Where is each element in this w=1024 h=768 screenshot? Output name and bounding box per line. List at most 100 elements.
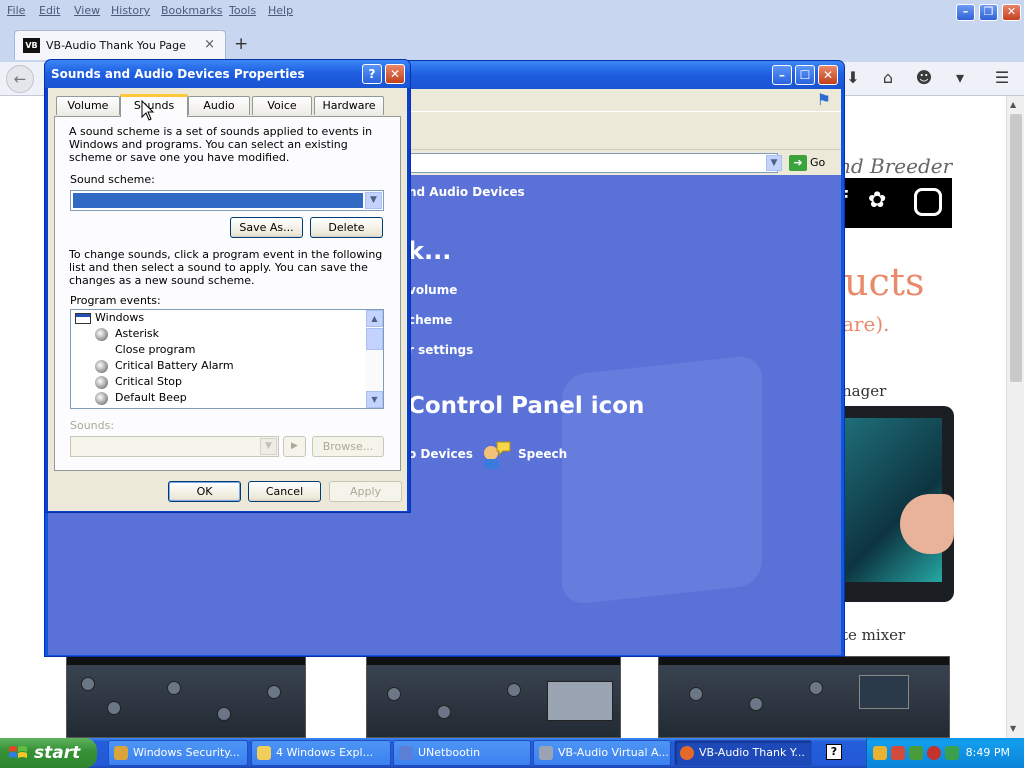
taskbar-item-windows-explorer[interactable]: 4 Windows Expl... (251, 740, 391, 766)
events-label: Program events: (70, 294, 161, 307)
page-script-heading: nd Breeder (838, 154, 953, 178)
tab-hardware[interactable]: Hardware (314, 96, 384, 115)
task-label: 4 Windows Expl... (276, 746, 374, 759)
list-item[interactable]: Default Beep (115, 391, 187, 404)
chevron-down-icon: ▼ (260, 438, 277, 455)
scroll-down-icon[interactable]: ▼ (366, 391, 383, 408)
browser-tab[interactable]: VB VB-Audio Thank You Page × (14, 30, 226, 60)
mixer-screenshot[interactable] (658, 656, 950, 738)
scroll-up-icon[interactable]: ▲ (366, 310, 383, 327)
twitter-icon[interactable]: ✿ (868, 188, 886, 213)
save-as-button[interactable]: Save As... (230, 217, 303, 238)
task-link-scheme[interactable]: cheme (408, 313, 452, 327)
pocket-icon[interactable]: ▾ (949, 68, 971, 87)
menu-edit[interactable]: Edit (39, 4, 60, 17)
smiley-icon[interactable]: ☻ (913, 68, 935, 87)
cp-maximize-button[interactable]: ☐ (795, 65, 815, 85)
mixer-screenshot[interactable] (66, 656, 306, 738)
list-item[interactable]: Asterisk (115, 327, 159, 340)
menu-tools[interactable]: Tools (229, 4, 256, 17)
task-label: UNetbootin (418, 746, 481, 759)
tab-close-icon[interactable]: × (204, 37, 215, 52)
address-dropdown-icon[interactable]: ▼ (766, 155, 782, 171)
apply-button: Apply (329, 481, 402, 502)
dialog-titlebar[interactable]: Sounds and Audio Devices Properties ? ✕ (45, 60, 410, 88)
delete-button[interactable]: Delete (310, 217, 383, 238)
product-label-mixer: te mixer (842, 626, 906, 644)
taskbar-item-windows-security[interactable]: Windows Security... (108, 740, 248, 766)
taskbar-item-vb-audio-virtual[interactable]: VB-Audio Virtual A... (533, 740, 671, 766)
chevron-down-icon[interactable]: ▼ (365, 192, 382, 209)
list-item[interactable]: Critical Stop (115, 375, 182, 388)
category-title: nd Audio Devices (408, 185, 525, 199)
help-button[interactable]: ? (362, 64, 382, 84)
cp-icon-audio-devices[interactable]: o Devices (408, 447, 473, 461)
back-button[interactable]: ← (6, 65, 34, 93)
menu-help[interactable]: Help (268, 4, 293, 17)
vb-favicon-icon: VB (23, 38, 40, 53)
mixer-screenshot[interactable] (366, 656, 621, 738)
menu-icon[interactable]: ☰ (991, 68, 1013, 87)
taskbar-item-unetbootin[interactable]: UNetbootin (393, 740, 531, 766)
restore-button[interactable]: ❐ (979, 4, 998, 21)
scrollbar-thumb[interactable] (1010, 114, 1022, 382)
cancel-button[interactable]: Cancel (248, 481, 321, 502)
cp-minimize-button[interactable]: – (772, 65, 792, 85)
task-link-settings[interactable]: r settings (408, 343, 473, 357)
cp-icon-speech[interactable]: Speech (518, 447, 567, 461)
program-events-list[interactable]: Windows Asterisk Close program Critical … (70, 309, 384, 409)
new-tab-button[interactable]: + (234, 34, 248, 54)
go-label: Go (810, 156, 826, 169)
task-link-volume[interactable]: volume (408, 283, 457, 297)
instagram-icon[interactable] (914, 188, 942, 216)
network-icon[interactable] (891, 746, 905, 760)
speaker-icon (95, 328, 108, 341)
tab-title: VB-Audio Thank You Page (46, 39, 186, 52)
gear-icon (539, 746, 553, 760)
taskbar: start Windows Security... 4 Windows Expl… (0, 738, 1024, 768)
windows-flag-icon: ⚑ (816, 90, 831, 109)
cp-close-button[interactable]: ✕ (818, 65, 838, 85)
menu-file[interactable]: File (7, 4, 25, 17)
task-label: Windows Security... (133, 746, 240, 759)
speech-icon[interactable] (480, 439, 512, 469)
page-scrollbar[interactable]: ▲ ▼ (1006, 96, 1024, 738)
minimize-button[interactable]: – (956, 4, 975, 21)
scheme-select[interactable]: ▼ (70, 190, 384, 211)
go-button[interactable]: ➜ Go (789, 153, 825, 173)
alert-icon[interactable] (927, 746, 941, 760)
tablet-image (842, 406, 954, 602)
tab-voice[interactable]: Voice (252, 96, 312, 115)
close-button[interactable]: ✕ (1002, 4, 1021, 21)
menu-view[interactable]: View (74, 4, 100, 17)
home-icon[interactable]: ⌂ (877, 68, 899, 87)
scheme-selected-value (73, 193, 363, 208)
events-scrollbar[interactable]: ▲ ▼ (366, 310, 383, 408)
security-shield-icon[interactable] (873, 746, 887, 760)
task-label: VB-Audio Thank Y... (699, 746, 805, 759)
scheme-label: Sound scheme: (70, 173, 155, 186)
ok-button[interactable]: OK (168, 481, 241, 502)
sounds-label: Sounds: (70, 419, 115, 432)
menu-bookmarks[interactable]: Bookmarks (161, 4, 222, 17)
tab-strip: VB VB-Audio Thank You Page × + (0, 22, 1024, 62)
tab-volume[interactable]: Volume (56, 96, 120, 115)
list-item[interactable]: Critical Battery Alarm (115, 359, 234, 372)
dialog-close-button[interactable]: ✕ (385, 64, 405, 84)
start-button[interactable]: start (0, 738, 97, 768)
help-icon[interactable]: ? (826, 744, 842, 760)
speaker-icon (95, 360, 108, 373)
tab-audio[interactable]: Audio (188, 96, 250, 115)
mouse-cursor-icon (141, 100, 155, 121)
download-icon[interactable]: ⬇ (842, 68, 864, 87)
shield-icon (114, 746, 128, 760)
list-item[interactable]: Close program (115, 343, 195, 356)
volume-icon[interactable] (945, 746, 959, 760)
scrollbar-thumb[interactable] (366, 328, 383, 350)
list-item[interactable]: Windows (95, 311, 144, 324)
globe-icon[interactable] (909, 746, 923, 760)
browse-button: Browse... (312, 436, 384, 457)
taskbar-item-firefox[interactable]: VB-Audio Thank Y... (674, 740, 812, 766)
change-sounds-description: To change sounds, click a program event … (69, 248, 383, 287)
menu-history[interactable]: History (111, 4, 150, 17)
